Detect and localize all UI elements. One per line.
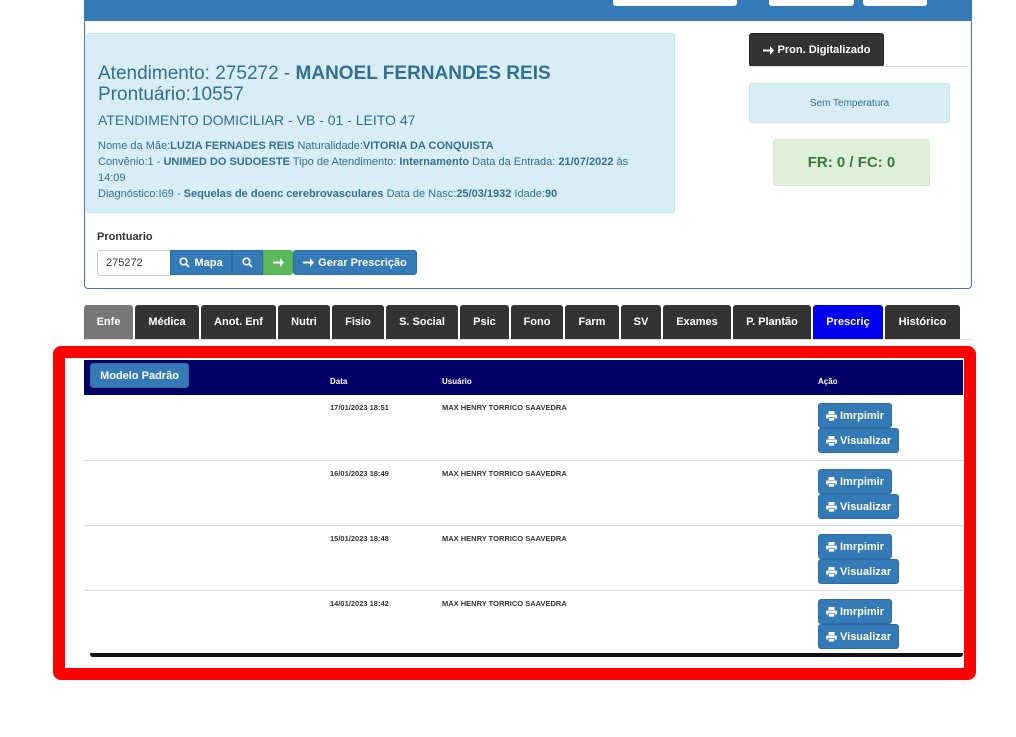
navbar-button[interactable] <box>769 0 854 6</box>
tab-historico[interactable]: Histórico <box>885 305 960 339</box>
tab-exames[interactable]: Exames <box>663 305 731 339</box>
temperature-text: Sem Temperatura <box>809 97 890 109</box>
arrow-right-icon <box>762 45 774 55</box>
entrada-value: 21/07/2022 <box>558 156 614 168</box>
tab-fono[interactable]: Fono <box>511 305 563 339</box>
arrow-right-icon <box>303 258 315 267</box>
top-navbar <box>84 0 972 21</box>
idade-label: Idade: <box>511 188 546 200</box>
arrow-right-icon <box>272 258 284 267</box>
divider <box>749 66 969 67</box>
tab-medica[interactable]: Médica <box>135 305 199 339</box>
patient-info-box: Atendimento: 275272 - MANOEL FERNANDES R… <box>86 33 675 213</box>
convenio-value: UNIMED DO SUDOESTE <box>163 156 290 168</box>
tabs-underline <box>84 339 972 340</box>
convenio-label: Convênio:1 - <box>98 156 164 168</box>
naturalidade-value: VITORIA DA CONQUISTA <box>362 140 494 152</box>
search-icon <box>242 257 253 268</box>
nasc-value: 25/03/1932 <box>456 188 512 200</box>
idade-value: 90 <box>545 188 558 200</box>
atendimento-heading: Atendimento: 275272 - MANOEL FERNANDES R… <box>98 63 551 85</box>
mapa-button[interactable]: Mapa <box>170 250 232 275</box>
unit-line: ATENDIMENTO DOMICILIAR - VB - 01 - LEITO… <box>98 112 416 128</box>
gerar-prescricao-button[interactable]: Gerar Prescrição <box>293 250 417 275</box>
mapa-label: Mapa <box>194 256 223 269</box>
mae-label: Nome da Mãe: <box>98 140 171 152</box>
prontuario-heading: Prontuário:10557 <box>98 84 244 105</box>
diagnostico-value: Sequelas de doenc cerebrovasculares <box>183 188 384 200</box>
diagnostico-label: Diagnóstico:I69 - <box>98 188 184 200</box>
atendimento-label: Atendimento: 275272 - <box>98 63 296 84</box>
tab-farm[interactable]: Farm <box>565 305 619 339</box>
navbar-button[interactable] <box>613 0 737 6</box>
temperature-alert: Sem Temperatura <box>749 83 950 123</box>
tipo-label: Tipo de Atendimento: <box>289 156 400 168</box>
highlight-frame <box>53 346 976 680</box>
tab-nutri[interactable]: Nutri <box>278 305 330 339</box>
prontuario-input[interactable] <box>97 250 171 276</box>
patient-details: Nome da Mãe:LUZIA FERNADES REIS Naturali… <box>98 138 658 202</box>
mae-value: LUZIA FERNADES REIS <box>170 140 295 152</box>
nasc-label: Data de Nasc: <box>383 188 457 200</box>
search-button[interactable] <box>232 250 263 275</box>
tab-s-social[interactable]: S. Social <box>386 305 458 339</box>
pron-digitalizado-button[interactable]: Pron. Digitalizado <box>749 33 884 67</box>
entrada-label: Data da Entrada: <box>469 156 559 168</box>
navbar-button[interactable] <box>863 0 927 6</box>
go-button[interactable] <box>263 250 293 275</box>
prontuario-label: Prontuario <box>97 231 153 243</box>
tab-prescricao[interactable]: Prescriç <box>813 305 883 339</box>
tab-psic[interactable]: Psic <box>460 305 509 339</box>
tab-fisio[interactable]: Fisio <box>332 305 384 339</box>
tab-anot-enf[interactable]: Anot. Enf <box>201 305 276 339</box>
patient-name: MANOEL FERNANDES REIS <box>295 63 551 84</box>
tab-p-plantao[interactable]: P. Plantão <box>733 305 811 339</box>
vitals-box: FR: 0 / FC: 0 <box>773 139 930 186</box>
gerar-prescricao-label: Gerar Prescrição <box>318 256 407 269</box>
naturalidade-label: Naturalidade: <box>294 140 363 152</box>
vitals-text: FR: 0 / FC: 0 <box>807 154 896 171</box>
tipo-value: Internamento <box>399 156 470 168</box>
search-icon <box>179 257 191 268</box>
tab-sv[interactable]: SV <box>621 305 661 339</box>
pron-digitalizado-label: Pron. Digitalizado <box>777 44 871 56</box>
tab-enfe[interactable]: Enfe <box>84 305 133 339</box>
